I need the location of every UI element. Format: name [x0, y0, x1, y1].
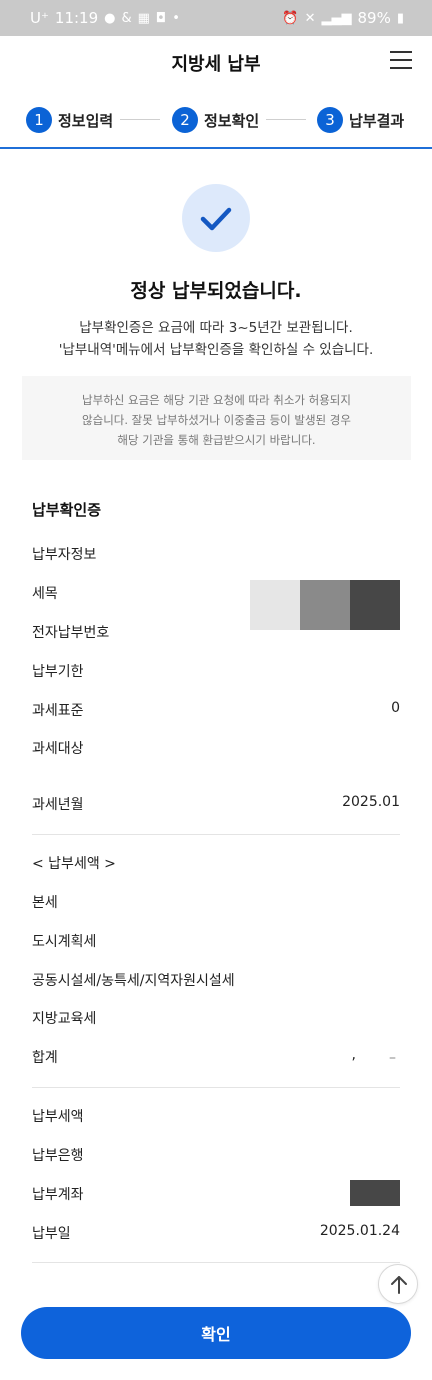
step-2: 2 정보확인 [172, 107, 259, 133]
row-label: 납부계좌 [32, 1187, 84, 1203]
row-value: 2025.01 [342, 794, 400, 810]
grid-icon: ▦ [137, 10, 150, 26]
row-label: 납부기한 [32, 664, 84, 680]
result-desc-line: '납부내역'메뉴에서 납부확인증을 확인하실 수 있습니다. [58, 342, 374, 358]
result-description: 납부확인증은 요금에 따라 3~5년간 보관됩니다. '납부내역'메뉴에서 납부… [0, 317, 432, 361]
row-label: 전자납부번호 [32, 625, 110, 641]
status-bar: U⁺ 11:19 ● & ▦ ◘ • ⏰ ✕ ▂▄▆ 89% ▮ [0, 0, 432, 36]
hamburger-icon-bar [390, 59, 412, 61]
section-divider [32, 1087, 400, 1088]
square-icon: ◘ [155, 10, 167, 26]
menu-button[interactable] [390, 51, 412, 69]
row-value: 2025.01.24 [319, 1223, 400, 1239]
notice-line: 않습니다. 잘못 납부하셨거나 이중출금 등이 발생된 경우 [82, 413, 351, 427]
step-number: 2 [172, 107, 198, 133]
row-value: 0 [391, 700, 400, 716]
app-icon: & [121, 10, 132, 26]
step-3: 3 납부결과 [317, 107, 404, 133]
row-label: 납부자정보 [32, 547, 97, 563]
row-value: , [351, 1047, 356, 1063]
pay-row-date: 납부일 2025.01.24 [32, 1221, 400, 1245]
row-label: 공동시설세/농특세/지역자원시설세 [32, 973, 235, 989]
row-label: 합계 [32, 1050, 58, 1066]
receipt-row-payer: 납부자정보 [32, 542, 400, 566]
receipt-row-due-date: 납부기한 [32, 659, 400, 683]
row-label: 본세 [32, 895, 58, 911]
scroll-top-button[interactable] [378, 1264, 418, 1304]
app-header: 지방세 납부 [0, 36, 432, 86]
pay-row-account: 납부계좌 [32, 1182, 400, 1206]
tax-row-main: 본세 [32, 890, 400, 914]
refund-notice: 납부하신 요금은 해당 기관 요청에 따라 취소가 허용되지 않습니다. 잘못 … [22, 376, 411, 460]
notice-line: 납부하신 요금은 해당 기관 요청에 따라 취소가 허용되지 [82, 393, 351, 407]
step-label: 정보확인 [204, 111, 260, 130]
row-label: < 납부세액 > [32, 856, 116, 872]
signal-icon: ▂▄▆ [321, 10, 352, 26]
tax-amount-header: < 납부세액 > [32, 851, 400, 875]
step-label: 정보입력 [58, 111, 114, 130]
step-connector [266, 119, 306, 120]
step-label: 납부결과 [349, 111, 405, 130]
check-icon [182, 184, 250, 252]
receipt-row-tax-object: 과세대상 [32, 736, 400, 760]
row-label: 납부세액 [32, 1109, 84, 1125]
row-label: 도시계획세 [32, 934, 97, 950]
tax-row-total: 합계 , [32, 1045, 400, 1069]
step-number: 1 [26, 107, 52, 133]
step-number: 3 [317, 107, 343, 133]
alarm-icon: ⏰ [282, 10, 299, 26]
receipt-row-tax-base: 과세표준 0 [32, 698, 400, 722]
redacted-block [300, 580, 350, 630]
clock: 11:19 [54, 9, 99, 27]
notice-line: 해당 기관을 통해 환급받으시기 바랍니다. [117, 433, 316, 447]
result-desc-line: 납부확인증은 요금에 따라 3~5년간 보관됩니다. [79, 320, 353, 336]
redacted-block [250, 580, 300, 630]
dot-icon: • [172, 10, 180, 26]
step-connector [120, 119, 160, 120]
row-label: 세목 [32, 586, 58, 602]
battery-level: 89% [357, 9, 391, 27]
row-label: 과세대상 [32, 741, 84, 757]
mute-icon: ✕ [304, 10, 316, 26]
step-indicator: 1 정보입력 2 정보확인 3 납부결과 [0, 96, 432, 146]
arrow-up-icon [391, 1276, 407, 1294]
pay-row-bank: 납부은행 [32, 1143, 400, 1167]
row-label: 납부은행 [32, 1148, 84, 1164]
step-1: 1 정보입력 [26, 107, 113, 133]
row-label: 과세년월 [32, 797, 84, 813]
tax-row-facility: 공동시설세/농특세/지역자원시설세 [32, 968, 400, 992]
row-label: 납부일 [32, 1226, 71, 1242]
steps-divider [0, 147, 432, 149]
row-label: 과세표준 [32, 703, 84, 719]
row-label: 지방교육세 [32, 1011, 97, 1027]
section-divider [32, 1262, 400, 1263]
tax-row-education: 지방교육세 [32, 1006, 400, 1030]
carrier-label: U⁺ [30, 9, 49, 27]
chat-icon: ● [104, 10, 116, 26]
pay-row-amount: 납부세액 [32, 1104, 400, 1128]
hamburger-icon-bar [390, 67, 412, 69]
confirm-button[interactable]: 확인 [21, 1307, 411, 1359]
receipt-title: 납부확인증 [32, 501, 102, 519]
receipt-row-tax-month: 과세년월 2025.01 [32, 792, 400, 816]
battery-icon: ▮ [396, 10, 404, 26]
result-title: 정상 납부되었습니다. [130, 280, 302, 302]
redacted-mark: – [389, 1050, 396, 1066]
tax-row-urban-planning: 도시계획세 [32, 929, 400, 953]
redacted-block [350, 1180, 400, 1206]
hamburger-icon [390, 51, 412, 53]
redacted-block [350, 580, 400, 630]
page-title: 지방세 납부 [171, 54, 261, 75]
section-divider [32, 834, 400, 835]
